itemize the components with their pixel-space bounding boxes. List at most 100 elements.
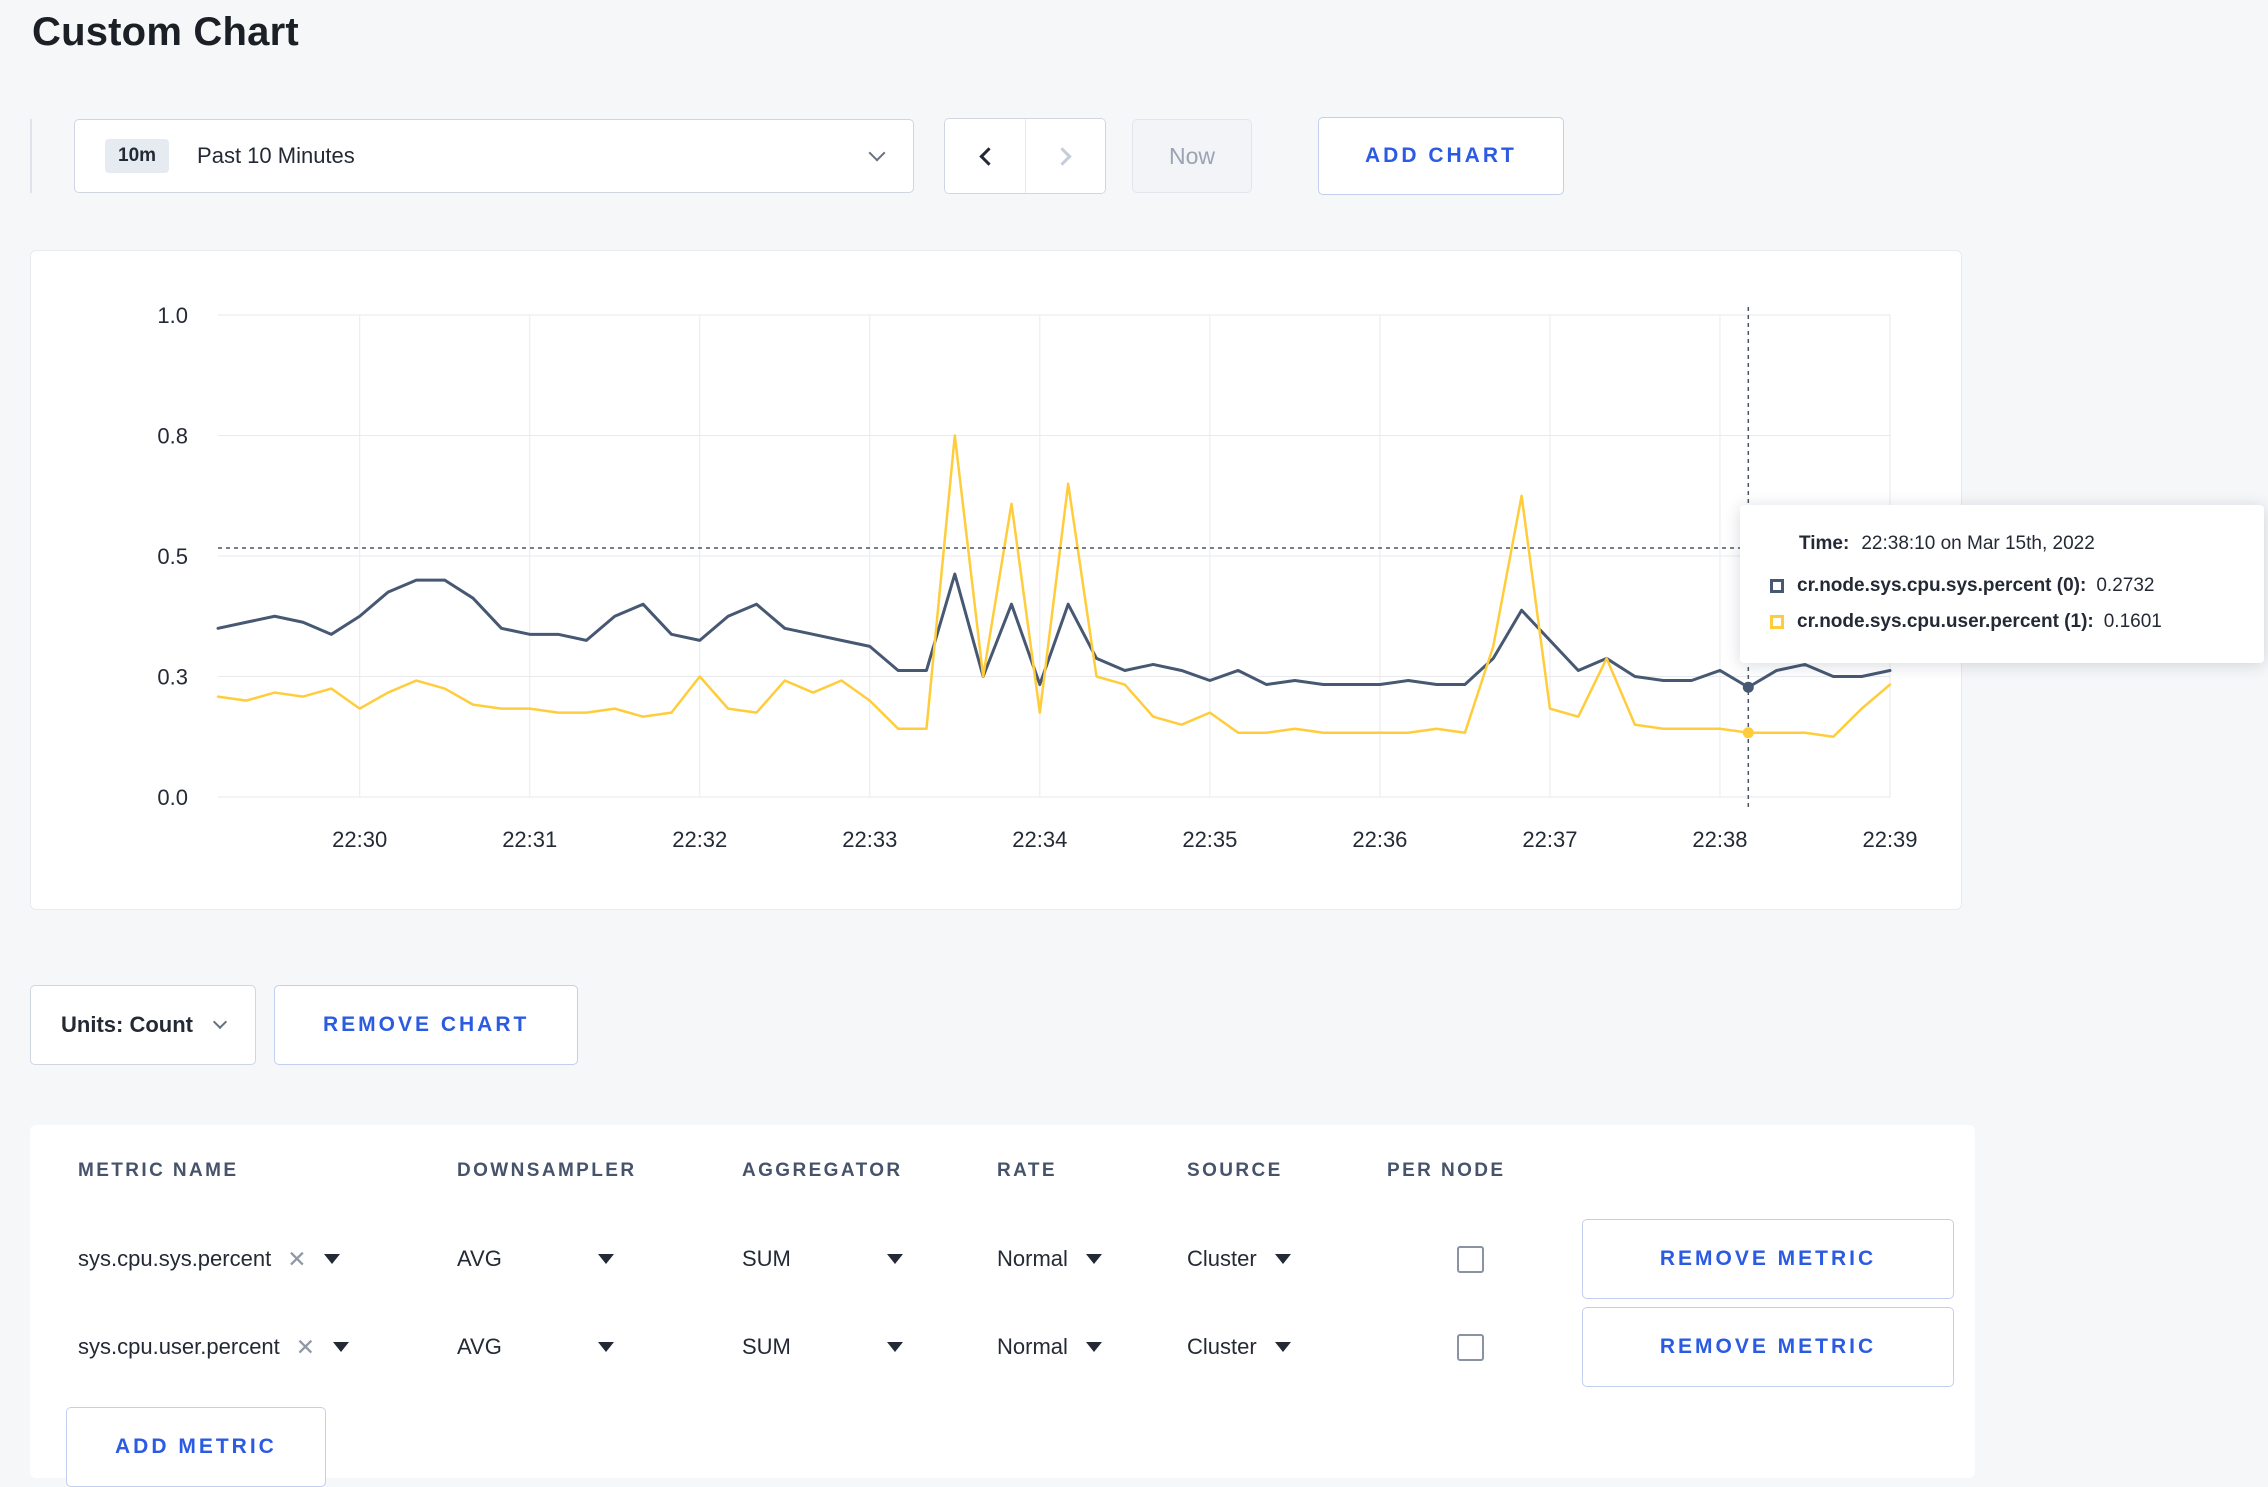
per-node-checkbox[interactable] [1457,1245,1484,1273]
tooltip-swatch [1770,579,1784,593]
x-tick-label: 22:35 [1182,827,1237,852]
y-tick-label: 0.8 [157,424,188,449]
metric-name-select[interactable]: sys.cpu.user.percent ✕ [66,1334,445,1360]
chart-card: 1.0 0.8 0.5 0.3 0.0 22:30 22:31 22:32 22:33 22:34… [30,250,1962,910]
time-range-label: Past 10 Minutes [197,143,355,168]
metrics-table-header: METRIC NAME DOWNSAMPLER AGGREGATOR RATE … [66,1151,1975,1191]
y-tick-label: 1.0 [157,303,188,328]
caret-down-icon [324,1254,341,1264]
table-row: sys.cpu.user.percent ✕ AVG SUM Normal Cl… [66,1303,1975,1391]
table-row: sys.cpu.sys.percent ✕ AVG SUM Normal Clu… [66,1215,1975,1303]
downsampler-value: AVG [457,1334,502,1359]
rate-value: Normal [997,1246,1068,1271]
x-tick-label: 22:34 [1012,827,1067,852]
x-tick-label: 22:39 [1862,827,1917,852]
add-chart-button[interactable]: ADD CHART [1318,117,1564,195]
time-next-button[interactable] [1025,119,1105,193]
remove-metric-button[interactable]: REMOVE METRIC [1582,1219,1954,1299]
tooltip-swatch [1770,615,1784,629]
tooltip-series-row: cr.node.sys.cpu.sys.percent (0): 0.2732 [1770,575,2234,597]
add-metric-button[interactable]: ADD METRIC [66,1407,326,1487]
header-source: SOURCE [1187,1160,1283,1181]
metric-name-value: sys.cpu.sys.percent [78,1246,272,1271]
tooltip-time-label: Time: [1799,533,1850,554]
aggregator-value: SUM [742,1246,791,1271]
metrics-table: METRIC NAME DOWNSAMPLER AGGREGATOR RATE … [30,1125,1975,1487]
clear-metric-icon[interactable]: ✕ [287,1247,306,1271]
y-tick-label: 0.5 [157,544,188,569]
tooltip-series-value: 0.2732 [2096,575,2155,596]
caret-down-icon [886,1254,903,1264]
chart-svg[interactable]: 1.0 0.8 0.5 0.3 0.0 22:30 22:31 22:32 22:33 22:34… [43,257,1943,902]
chevron-right-icon [1053,146,1072,166]
chart-footer: Units: Count REMOVE CHART [30,985,579,1065]
tooltip-series-name: cr.node.sys.cpu.user.percent (1): [1797,611,2094,632]
chevron-left-icon [978,146,998,166]
metric-name-value: sys.cpu.user.percent [78,1334,280,1359]
time-nav-group [944,118,1106,194]
aggregator-select[interactable]: SUM [730,1334,985,1360]
per-node-cell [1375,1333,1570,1361]
caret-down-icon [597,1342,614,1352]
rate-value: Normal [997,1334,1068,1359]
tooltip-series-value: 0.1601 [2103,611,2162,632]
aggregator-select[interactable]: SUM [730,1246,985,1272]
toolbar: 10m Past 10 Minutes Now ADD CHART [30,117,1564,195]
tooltip-series-name: cr.node.sys.cpu.sys.percent (0): [1797,575,2087,596]
caret-down-icon [1085,1342,1102,1352]
x-tick-label: 22:31 [502,827,557,852]
header-metric-name: METRIC NAME [78,1160,239,1181]
hover-point [1742,727,1754,739]
time-range-badge: 10m [105,139,170,173]
actions-cell: REMOVE METRIC [1570,1219,1975,1299]
downsampler-value: AVG [457,1246,502,1271]
x-tick-label: 22:33 [842,827,897,852]
source-select[interactable]: Cluster [1175,1334,1375,1360]
clear-metric-icon[interactable]: ✕ [296,1335,315,1359]
time-range-dropdown[interactable]: 10m Past 10 Minutes [74,119,914,193]
remove-chart-button[interactable]: REMOVE CHART [273,985,579,1065]
metric-name-select[interactable]: sys.cpu.sys.percent ✕ [66,1246,445,1272]
caret-down-icon [1085,1254,1102,1264]
per-node-cell [1375,1245,1570,1273]
header-per-node: PER NODE [1387,1160,1506,1181]
custom-chart-page: Custom Chart 10m Past 10 Minutes Now ADD… [0,0,2268,1487]
units-label: Units: Count [61,1012,193,1037]
rate-select[interactable]: Normal [985,1246,1175,1272]
per-node-checkbox[interactable] [1457,1333,1484,1361]
rate-select[interactable]: Normal [985,1334,1175,1360]
remove-metric-button[interactable]: REMOVE METRIC [1582,1307,1954,1387]
page-title: Custom Chart [32,10,299,54]
hover-point [1742,681,1754,693]
x-tick-label: 22:32 [672,827,727,852]
toolbar-divider [30,119,32,193]
actions-cell: REMOVE METRIC [1570,1307,1975,1387]
chevron-down-icon [868,144,886,162]
chevron-down-icon [212,1014,228,1030]
caret-down-icon [597,1254,614,1264]
caret-down-icon [1274,1254,1291,1264]
source-value: Cluster [1187,1246,1257,1271]
tooltip-series-row: cr.node.sys.cpu.user.percent (1): 0.1601 [1770,611,2234,633]
tooltip-time-value: 22:38:10 on Mar 15th, 2022 [1861,533,2095,554]
caret-down-icon [333,1342,350,1352]
downsampler-select[interactable]: AVG [445,1334,730,1360]
caret-down-icon [886,1342,903,1352]
header-aggregator: AGGREGATOR [742,1160,903,1181]
downsampler-select[interactable]: AVG [445,1246,730,1272]
x-tick-label: 22:36 [1352,827,1407,852]
source-select[interactable]: Cluster [1175,1246,1375,1272]
source-value: Cluster [1187,1334,1257,1359]
x-tick-label: 22:37 [1522,827,1577,852]
header-rate: RATE [997,1160,1057,1181]
series-line [216,434,1892,738]
tooltip-time-row: Time: 22:38:10 on Mar 15th, 2022 [1770,533,2234,555]
now-button[interactable]: Now [1132,119,1253,193]
aggregator-value: SUM [742,1334,791,1359]
y-tick-label: 0.0 [157,785,188,810]
units-dropdown[interactable]: Units: Count [30,985,256,1065]
x-tick-label: 22:30 [332,827,387,852]
time-prev-button[interactable] [945,119,1025,193]
caret-down-icon [1274,1342,1291,1352]
chart-tooltip: Time: 22:38:10 on Mar 15th, 2022 cr.node.… [1740,505,2264,663]
